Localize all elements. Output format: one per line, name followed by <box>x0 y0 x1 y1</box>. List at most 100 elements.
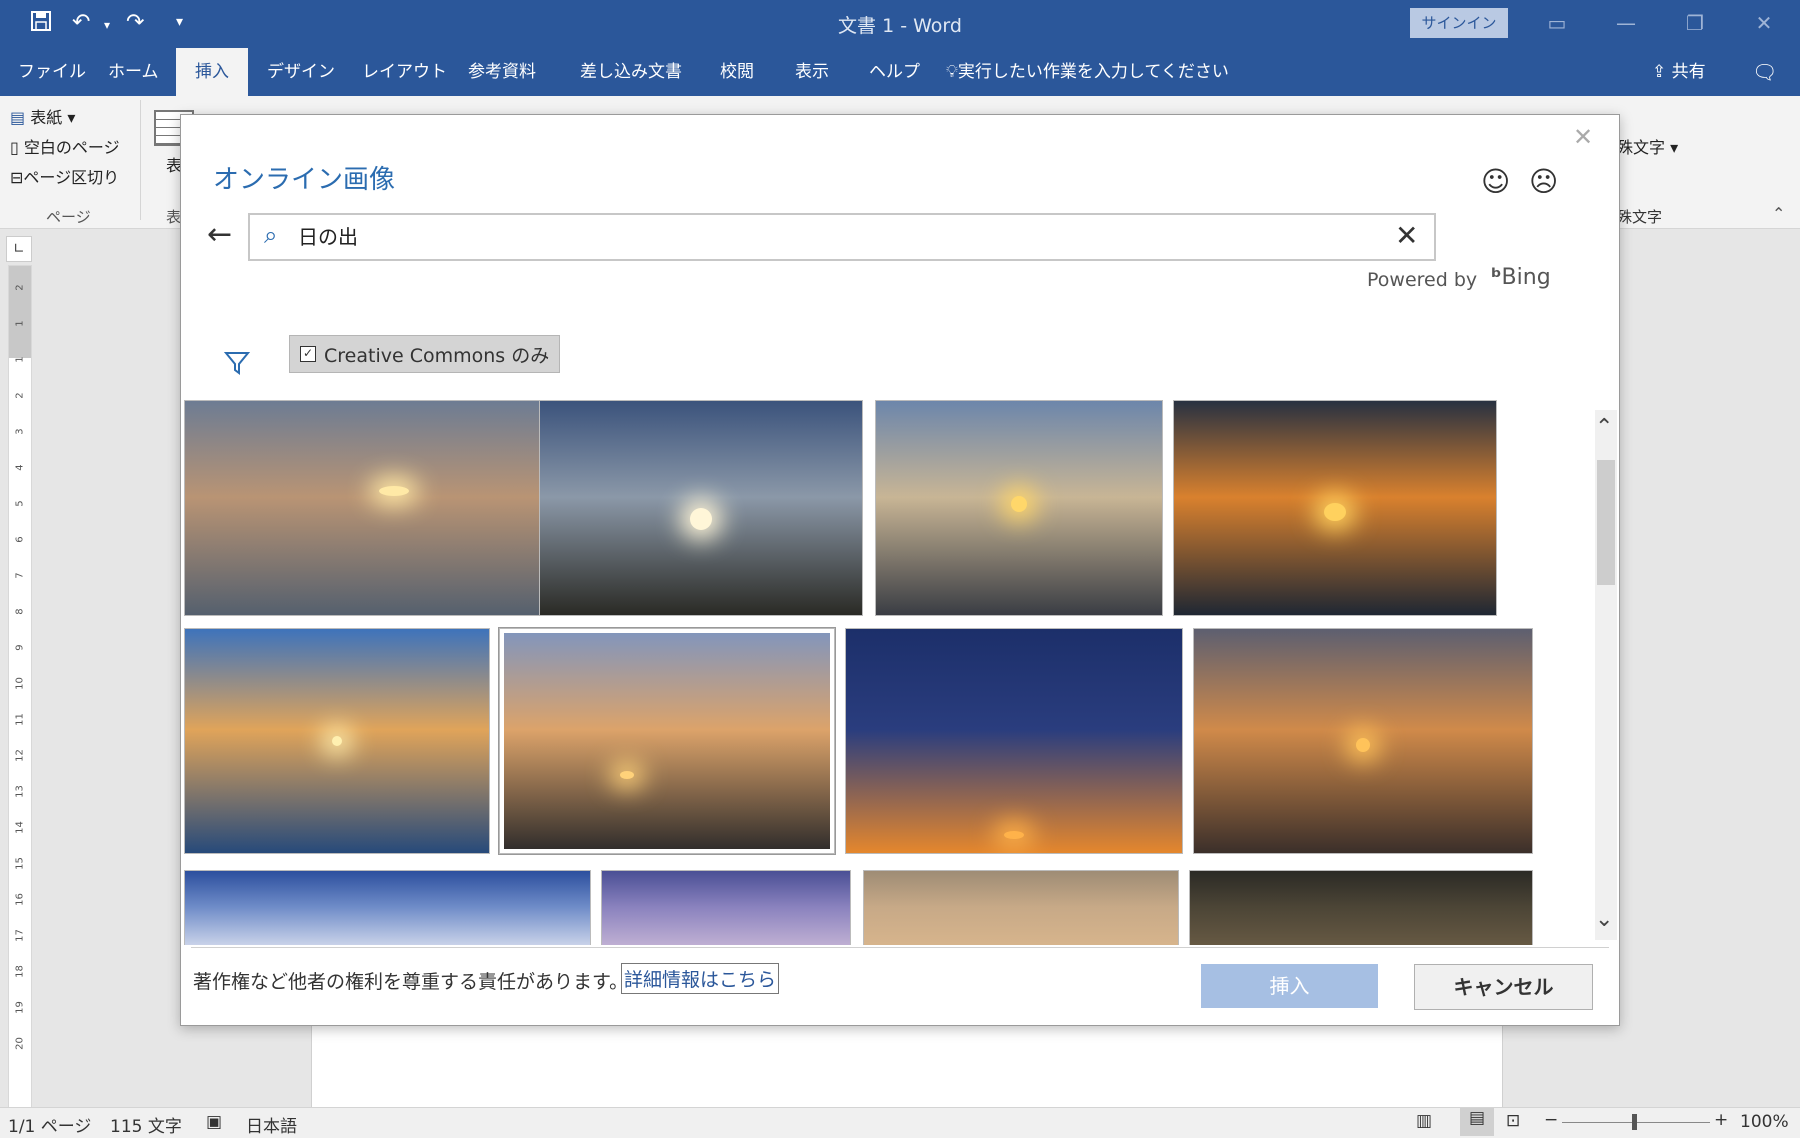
image-result-8[interactable] <box>1193 628 1533 854</box>
ruler-number: 3 <box>14 428 26 435</box>
image-result-9[interactable] <box>184 870 591 945</box>
filter-icon[interactable] <box>223 349 251 381</box>
ruler-number: 11 <box>14 713 26 726</box>
image-result-10[interactable] <box>601 870 851 945</box>
sun-glow <box>690 507 712 530</box>
tab-review[interactable]: 校閲 <box>720 48 754 96</box>
ruler-number: 17 <box>14 929 26 942</box>
special-chars-button[interactable]: 殊文字 ▾ <box>1617 134 1678 158</box>
page-break-label: ページ区切り <box>23 168 120 187</box>
comments-icon[interactable]: 🗨︎ <box>1752 48 1777 96</box>
word-count[interactable]: 115 文字 <box>110 1112 182 1137</box>
proofing-icon[interactable]: ▣ <box>206 1112 222 1132</box>
ribbon-divider <box>140 100 141 220</box>
tell-me-label: 実行したい作業を入力してください <box>957 62 1229 82</box>
zoom-slider-thumb[interactable] <box>1632 1114 1637 1130</box>
ruler-number: 14 <box>14 821 26 834</box>
page-break-icon: ⊟ <box>10 168 24 187</box>
dialog-divider <box>191 947 1609 948</box>
tab-references[interactable]: 参考資料 <box>468 48 536 96</box>
image-result-7[interactable] <box>845 628 1183 854</box>
clear-search-icon[interactable]: ✕ <box>1395 219 1418 252</box>
back-arrow-icon[interactable]: ← <box>207 217 232 252</box>
page-break-button[interactable]: ⊟ページ区切り <box>10 164 119 188</box>
image-result-1[interactable] <box>184 400 566 616</box>
powered-by-label: Powered by <box>1367 269 1478 291</box>
collapse-ribbon-icon[interactable]: ⌃ <box>1772 204 1785 223</box>
sun-glow <box>1004 831 1024 840</box>
image-result-6[interactable] <box>499 628 835 854</box>
zoom-in-icon[interactable]: + <box>1714 1110 1728 1130</box>
tell-me-box[interactable]: 💡︎実行したい作業を入力してください <box>946 48 1229 96</box>
tab-view[interactable]: 表示 <box>795 48 829 96</box>
blank-page-button[interactable]: ▯ 空白のページ <box>10 134 120 158</box>
cover-page-icon: ▤ <box>10 108 26 127</box>
blank-page-label: 空白のページ <box>23 138 120 157</box>
print-layout-icon[interactable]: ▤ <box>1460 1108 1494 1136</box>
web-layout-icon[interactable]: ⊡ <box>1506 1111 1520 1131</box>
dialog-close-icon[interactable]: ✕ <box>1573 123 1593 151</box>
search-input[interactable] <box>298 223 1298 247</box>
details-link[interactable]: 詳細情報はこちら <box>621 963 780 994</box>
ruler-number: 2 <box>14 284 26 291</box>
image-result-4[interactable] <box>1173 400 1497 616</box>
ruler-number: 18 <box>14 965 26 978</box>
scrollbar-thumb[interactable] <box>1597 460 1615 585</box>
image-result-12[interactable] <box>1189 870 1533 945</box>
image-result-5[interactable] <box>184 628 490 854</box>
language-indicator[interactable]: 日本語 <box>246 1112 297 1137</box>
tab-file[interactable]: ファイル <box>18 48 86 96</box>
search-box[interactable]: ⌕ ✕ <box>248 213 1436 261</box>
read-mode-icon[interactable]: ▥ <box>1416 1111 1432 1131</box>
tab-home[interactable]: ホーム <box>108 48 159 96</box>
pages-group-label: ページ <box>46 208 91 226</box>
creative-commons-label: Creative Commons のみ <box>324 344 550 367</box>
close-window-icon[interactable]: ✕ <box>1744 8 1784 38</box>
restore-icon[interactable]: ❐ <box>1675 8 1715 38</box>
checkbox-icon: ✓ <box>300 346 316 362</box>
minimize-icon[interactable]: — <box>1606 8 1646 38</box>
image-result-2[interactable] <box>539 400 863 616</box>
frown-feedback-icon[interactable]: ☹ <box>1529 165 1558 198</box>
bing-label: Bing <box>1501 265 1551 290</box>
image-result-11[interactable] <box>863 870 1179 945</box>
signin-button[interactable]: サインイン <box>1410 8 1508 38</box>
zoom-level[interactable]: 100% <box>1740 1112 1789 1132</box>
tab-help[interactable]: ヘルプ <box>869 48 920 96</box>
page-count[interactable]: 1/1 ページ <box>8 1112 91 1137</box>
dialog-title: オンライン画像 <box>213 165 396 195</box>
ribbon-display-icon[interactable]: ▭ <box>1537 8 1577 38</box>
ruler-number: 19 <box>14 1001 26 1014</box>
zoom-out-icon[interactable]: − <box>1544 1110 1558 1130</box>
smile-feedback-icon[interactable]: ☺ <box>1481 165 1510 198</box>
special-chars-label: 殊文字 <box>1617 138 1666 157</box>
bing-logo: ᵇBing <box>1491 265 1551 290</box>
ruler-number: 20 <box>14 1037 26 1050</box>
document-page[interactable] <box>311 1020 1503 1112</box>
tab-selector[interactable]: ∟ <box>6 236 32 262</box>
share-button[interactable]: ⇪ 共有 <box>1652 48 1706 96</box>
image-result-3[interactable] <box>875 400 1163 616</box>
creative-commons-filter[interactable]: ✓ Creative Commons のみ <box>289 335 561 373</box>
tab-mailings[interactable]: 差し込み文書 <box>580 48 682 96</box>
ruler-number: 12 <box>14 749 26 762</box>
sun-glow <box>1356 738 1370 753</box>
scroll-up-icon[interactable]: ⌃ <box>1595 415 1613 440</box>
cover-page-button[interactable]: ▤ 表紙 ▾ <box>10 104 75 128</box>
tab-insert[interactable]: 挿入 <box>176 48 248 96</box>
special-chars-group-label: 殊文字 <box>1617 208 1663 226</box>
scroll-down-icon[interactable]: ⌄ <box>1595 907 1613 932</box>
cancel-button[interactable]: キャンセル <box>1414 964 1593 1010</box>
tab-layout[interactable]: レイアウト <box>362 48 447 96</box>
ruler-number: 2 <box>14 392 26 399</box>
insert-button[interactable]: 挿入 <box>1201 964 1378 1008</box>
tab-design[interactable]: デザイン <box>267 48 335 96</box>
ruler-number: 7 <box>14 572 26 579</box>
sun-glow <box>1324 503 1346 522</box>
ruler-number: 10 <box>14 677 26 690</box>
copyright-note: 著作権など他者の権利を尊重する責任があります。 <box>193 971 629 993</box>
ruler-number: 6 <box>14 536 26 543</box>
cover-page-label: 表紙 <box>30 108 63 127</box>
sun-glow <box>379 485 409 496</box>
share-label: 共有 <box>1671 62 1706 82</box>
